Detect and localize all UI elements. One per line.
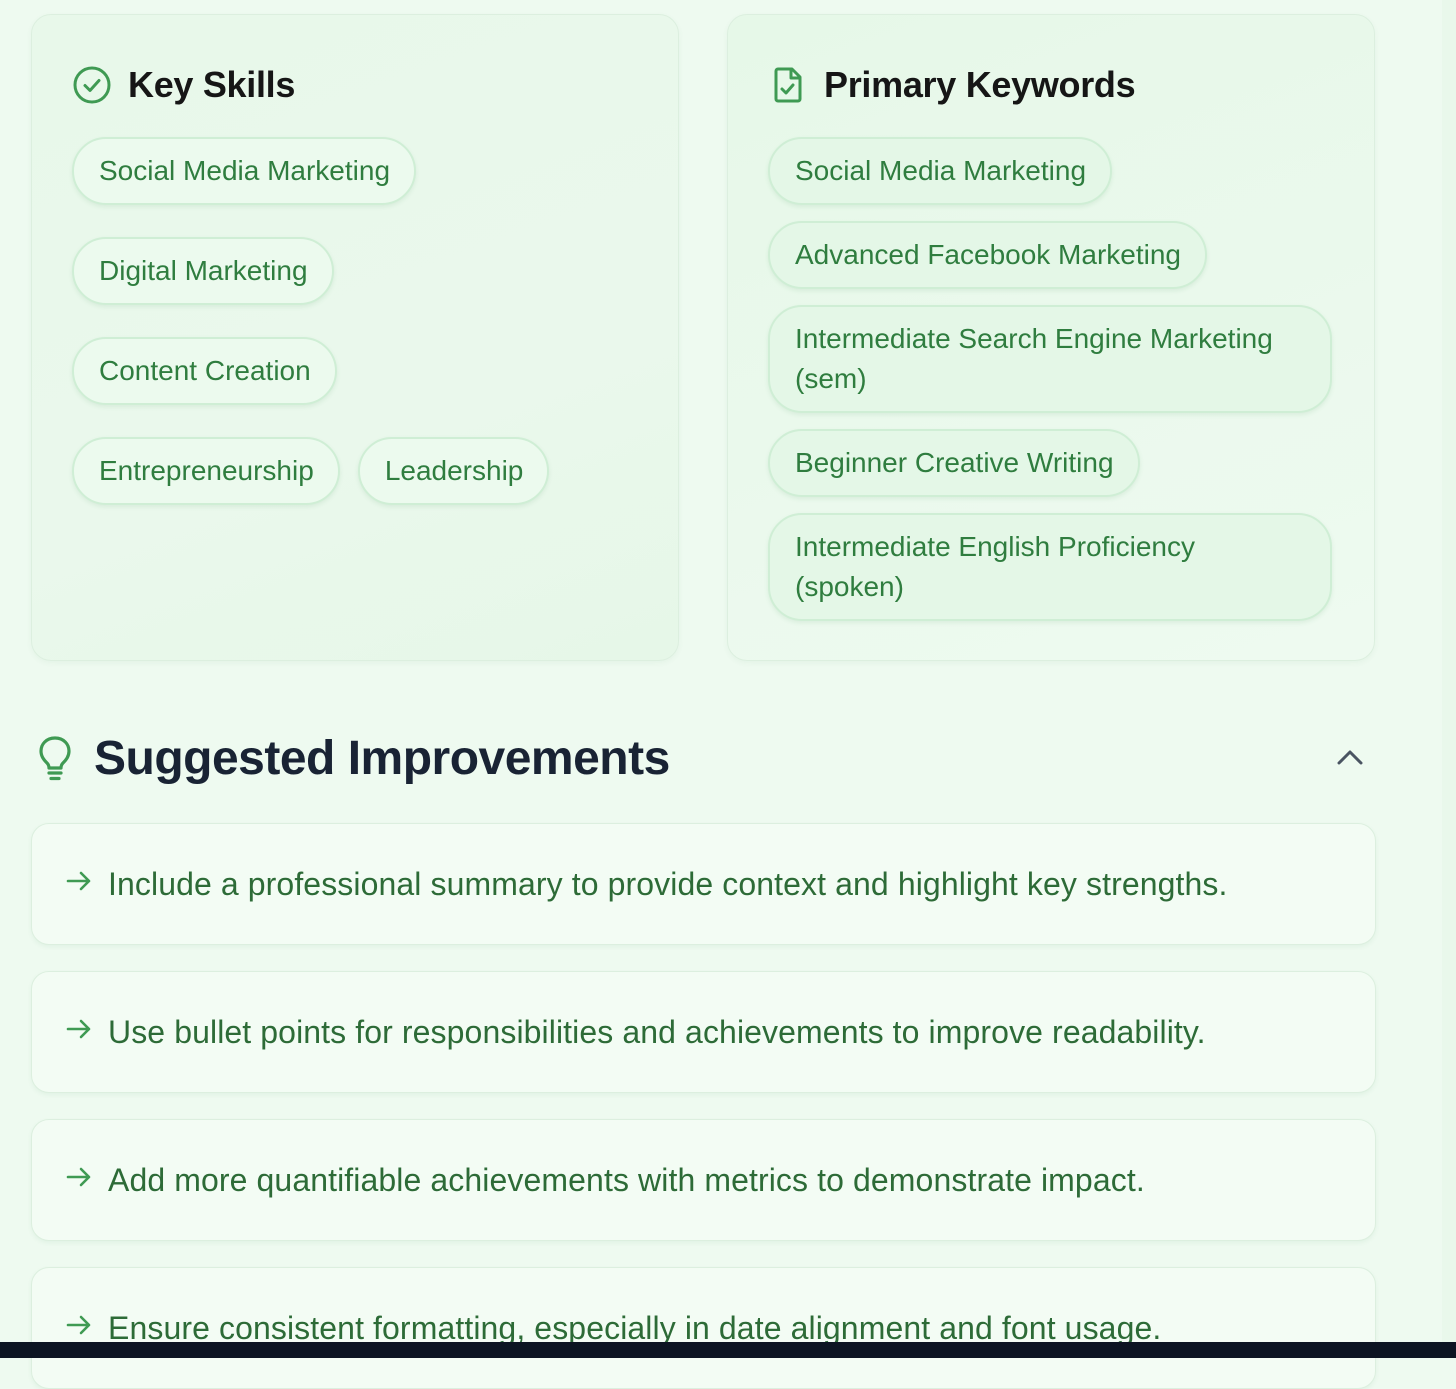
skill-chip[interactable]: Digital Marketing	[72, 237, 334, 305]
skill-chip[interactable]: Social Media Marketing	[72, 137, 417, 205]
improvement-text: Use bullet points for responsibilities a…	[108, 1013, 1206, 1050]
bottom-bar	[0, 1342, 1456, 1358]
improvement-item: Add more quantifiable achievements with …	[31, 1119, 1376, 1241]
keyword-chip[interactable]: Intermediate English Proficiency (spoken…	[768, 513, 1332, 621]
improvement-item: Use bullet points for responsibilities a…	[31, 971, 1376, 1093]
key-skills-header: Key Skills	[72, 64, 638, 105]
check-circle-icon	[72, 65, 112, 105]
skill-chip[interactable]: Entrepreneurship	[72, 437, 340, 505]
arrow-right-icon	[64, 1162, 94, 1192]
primary-keywords-header: Primary Keywords	[768, 64, 1334, 105]
arrow-right-icon	[64, 1310, 94, 1340]
arrow-right-icon	[64, 1014, 94, 1044]
key-skills-card: Key Skills Social Media Marketing Digita…	[31, 14, 679, 661]
keyword-chip[interactable]: Intermediate Search Engine Marketing (se…	[768, 305, 1332, 413]
primary-keywords-list: Social Media Marketing Advanced Facebook…	[768, 137, 1334, 621]
keyword-chip[interactable]: Social Media Marketing	[768, 137, 1113, 205]
primary-keywords-title: Primary Keywords	[824, 64, 1136, 105]
lightbulb-icon	[31, 732, 79, 784]
file-check-icon	[768, 65, 808, 105]
key-skills-list: Social Media Marketing Digital Marketing…	[72, 137, 638, 505]
suggested-improvements-title: Suggested Improvements	[94, 731, 670, 785]
key-skills-title: Key Skills	[128, 64, 296, 105]
page-edge	[1442, 0, 1456, 1342]
keyword-chip[interactable]: Advanced Facebook Marketing	[768, 221, 1207, 289]
primary-keywords-card: Primary Keywords Social Media Marketing …	[727, 14, 1375, 661]
chevron-up-icon[interactable]	[1332, 740, 1368, 776]
skill-chip[interactable]: Content Creation	[72, 337, 337, 405]
keyword-chip[interactable]: Beginner Creative Writing	[768, 429, 1140, 497]
suggested-improvements-header: Suggested Improvements	[31, 728, 1376, 788]
improvement-text: Include a professional summary to provid…	[108, 865, 1228, 902]
skill-chip[interactable]: Leadership	[357, 437, 550, 505]
improvement-item: Include a professional summary to provid…	[31, 823, 1376, 945]
improvement-item: Ensure consistent formatting, especially…	[31, 1267, 1376, 1389]
arrow-right-icon	[64, 866, 94, 896]
improvement-text: Add more quantifiable achievements with …	[108, 1161, 1145, 1198]
improvement-text: Ensure consistent formatting, especially…	[108, 1309, 1162, 1346]
